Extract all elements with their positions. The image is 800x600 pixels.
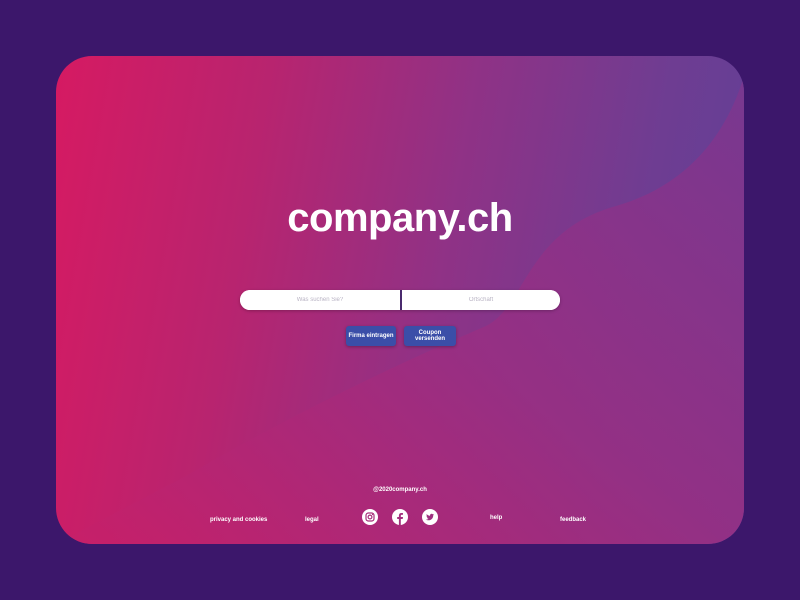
twitter-icon[interactable] bbox=[422, 509, 438, 525]
instagram-icon[interactable] bbox=[362, 509, 378, 525]
search-bar bbox=[240, 290, 560, 310]
search-what-input[interactable] bbox=[240, 290, 400, 310]
help-link[interactable]: help bbox=[490, 515, 502, 521]
search-location-input[interactable] bbox=[402, 290, 560, 310]
legal-link[interactable]: legal bbox=[305, 517, 319, 523]
register-company-button[interactable]: Firma eintragen bbox=[346, 326, 396, 346]
send-coupon-button[interactable]: Coupon versenden bbox=[404, 326, 456, 346]
copyright-text: @2020company.ch bbox=[373, 487, 427, 493]
site-logo[interactable]: company.ch bbox=[0, 196, 800, 241]
facebook-icon[interactable] bbox=[392, 509, 408, 525]
privacy-cookies-link[interactable]: privacy and cookies bbox=[210, 517, 267, 523]
feedback-link[interactable]: feedback bbox=[560, 517, 586, 523]
